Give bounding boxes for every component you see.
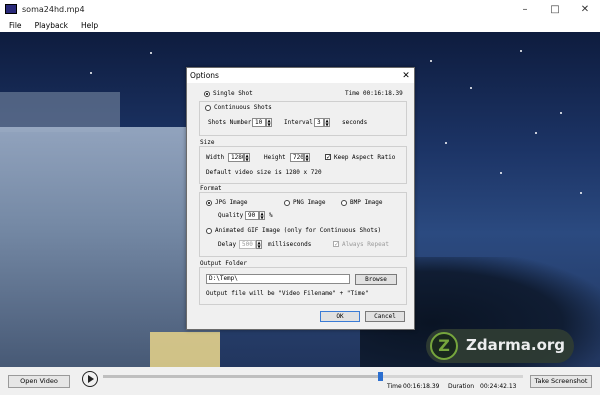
jpg-label: JPG Image — [215, 199, 248, 206]
output-group: D:\Temp\ Browse Output file will be "Vid… — [199, 267, 407, 305]
jpg-radio[interactable] — [206, 200, 212, 206]
shots-number-label: Shots Number — [208, 119, 252, 126]
star — [445, 142, 447, 144]
keep-aspect-label: Keep Aspect Ratio — [334, 154, 396, 161]
height-label: Height — [264, 154, 286, 161]
always-repeat-label: Always Repeat — [342, 241, 389, 248]
keep-aspect-checkbox[interactable]: ✓ — [325, 154, 331, 161]
star — [535, 132, 537, 134]
duration-value: 00:24:42.13 — [480, 383, 517, 390]
interval-spinner[interactable]: ▲ ▼ — [324, 118, 330, 127]
interval-input[interactable]: 3 — [314, 118, 324, 127]
single-shot-label: Single Shot — [213, 90, 253, 97]
cancel-button[interactable]: Cancel — [365, 311, 405, 322]
delay-input[interactable]: 500 — [239, 240, 256, 249]
single-shot-radio[interactable] — [204, 91, 210, 97]
browse-button[interactable]: Browse — [355, 274, 397, 285]
time-label: Time — [345, 90, 360, 97]
star — [580, 192, 582, 194]
dialog-close-icon[interactable]: ✕ — [398, 71, 414, 81]
close-icon[interactable]: ✕ — [570, 0, 600, 18]
menu-file[interactable]: File — [9, 21, 22, 30]
always-repeat-checkbox[interactable]: ✓ — [333, 241, 339, 248]
star — [430, 60, 432, 62]
dialog-title-bar: Options ✕ — [187, 68, 414, 83]
star — [520, 50, 522, 52]
format-group: JPG Image PNG Image BMP Image Quality 90… — [199, 192, 407, 257]
star — [500, 172, 502, 174]
minimize-icon[interactable]: – — [510, 0, 540, 18]
title-bar: soma24hd.mp4 – □ ✕ — [0, 0, 600, 18]
percent-label: % — [269, 212, 273, 219]
open-video-button[interactable]: Open Video — [8, 375, 70, 388]
continuous-group: Continuous Shots Shots Number 10 ▲ ▼ Inte… — [199, 101, 407, 136]
player-time-label: Time — [387, 383, 402, 390]
gif-radio[interactable] — [206, 228, 212, 234]
rooftop — [0, 92, 120, 132]
watermark-badge: Z Zdarma.org — [426, 329, 574, 363]
menu-bar: File Playback Help — [0, 18, 600, 33]
star — [560, 112, 562, 114]
shots-number-input[interactable]: 10 — [252, 118, 266, 127]
shot-group: Single Shot Time 00:16:18.39 Continuous … — [199, 85, 407, 136]
continuous-shots-radio[interactable] — [205, 105, 211, 111]
watermark-text: Zdarma.org — [466, 336, 566, 354]
png-label: PNG Image — [293, 199, 326, 206]
delay-spinner[interactable]: ▲ ▼ — [256, 240, 262, 249]
duration-label: Duration — [448, 383, 475, 390]
interval-label: Interval — [284, 119, 313, 126]
player-time-value: 00:16:18.39 — [403, 383, 440, 390]
seconds-label: seconds — [342, 119, 368, 126]
bmp-radio[interactable] — [341, 200, 347, 206]
width-label: Width — [206, 154, 225, 161]
star — [470, 87, 472, 89]
ok-button[interactable]: OK — [320, 311, 360, 322]
height-input[interactable]: 720 — [290, 153, 304, 162]
milliseconds-label: milliseconds — [268, 241, 312, 248]
window-controls: – □ ✕ — [510, 0, 600, 18]
play-icon[interactable] — [82, 371, 98, 387]
delay-label: Delay — [218, 241, 237, 248]
take-screenshot-button[interactable]: Take Screenshot — [530, 375, 592, 388]
seek-thumb[interactable] — [378, 372, 384, 381]
watermark-logo: Z — [430, 332, 458, 360]
menu-help[interactable]: Help — [81, 21, 98, 30]
height-spinner[interactable]: ▲ ▼ — [304, 153, 310, 162]
lit-window — [150, 332, 220, 367]
width-input[interactable]: 1280 — [228, 153, 244, 162]
output-group-label: Output Folder — [200, 260, 247, 267]
size-group: Width 1280 ▲▼ Height 720 ▲▼ ✓ Keep Aspec… — [199, 146, 407, 184]
bmp-label: BMP Image — [350, 199, 383, 206]
quality-spinner[interactable]: ▲ ▼ — [259, 211, 265, 220]
quality-input[interactable]: 90 — [245, 211, 259, 220]
maximize-icon[interactable]: □ — [540, 0, 570, 18]
gif-label: Animated GIF Image (only for Continuous … — [215, 227, 382, 234]
quality-label: Quality — [218, 212, 244, 219]
output-path-input[interactable]: D:\Temp\ — [206, 274, 350, 284]
default-size-text: Default video size is 1280 x 720 — [206, 169, 322, 176]
time-value: 00:16:18.39 — [363, 90, 403, 97]
app-icon — [5, 4, 17, 14]
format-group-label: Format — [200, 185, 222, 192]
png-radio[interactable] — [284, 200, 290, 206]
window-title: soma24hd.mp4 — [22, 4, 85, 14]
menu-playback[interactable]: Playback — [35, 21, 68, 30]
star — [90, 72, 92, 74]
output-filename-text: Output file will be "Video Filename" + "… — [206, 290, 369, 297]
shots-number-spinner[interactable]: ▲ ▼ — [266, 118, 272, 127]
seek-bar[interactable] — [103, 372, 523, 381]
size-group-label: Size — [200, 139, 215, 146]
options-dialog: Options ✕ Single Shot Time 00:16:18.39 C… — [186, 67, 415, 330]
dialog-title: Options — [190, 71, 219, 80]
star — [150, 52, 152, 54]
width-spinner[interactable]: ▲ ▼ — [244, 153, 250, 162]
seek-progress — [103, 375, 381, 378]
continuous-shots-label: Continuous Shots — [214, 104, 272, 111]
